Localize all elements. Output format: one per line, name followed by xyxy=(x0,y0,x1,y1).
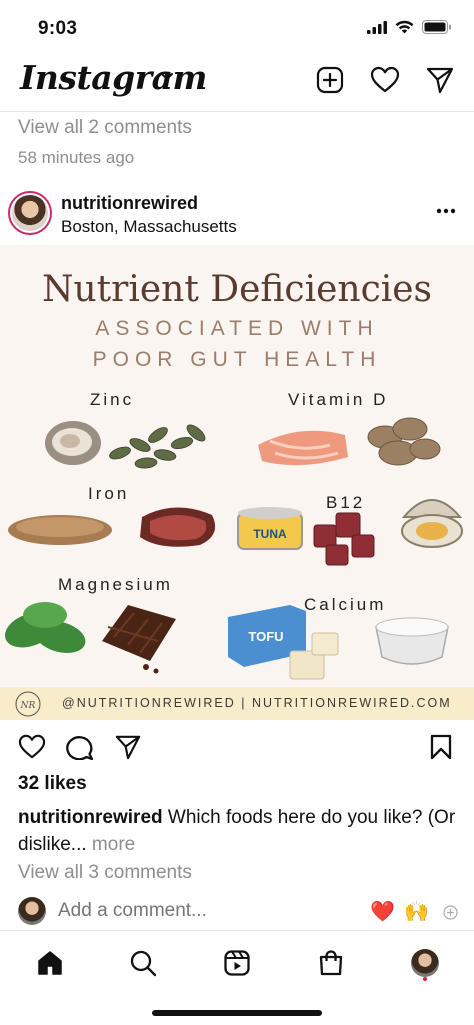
tuna-can-illustration: TUNA xyxy=(237,507,303,550)
profile-notification-dot xyxy=(423,977,427,981)
tab-search[interactable] xyxy=(123,943,163,983)
prev-post-timestamp: 58 minutes ago xyxy=(18,148,135,167)
grains-illustration xyxy=(8,515,112,545)
quick-reaction-clap[interactable]: 🙌 xyxy=(404,899,429,924)
status-icons xyxy=(367,20,452,34)
profile-avatar xyxy=(411,949,439,977)
like-icon[interactable] xyxy=(18,734,46,760)
mushroom-illustration xyxy=(367,417,441,466)
image-footer-text: @NUTRITIONREWIRED | NUTRITIONREWIRED.COM xyxy=(62,696,452,710)
tab-home[interactable] xyxy=(30,943,70,983)
image-title: Nutrient Deficiencies xyxy=(41,269,433,310)
heart-icon[interactable] xyxy=(370,66,400,94)
oyster-illustration xyxy=(45,421,101,465)
svg-text:NR: NR xyxy=(20,701,36,711)
comment-icon[interactable] xyxy=(66,734,94,760)
tab-shop[interactable] xyxy=(311,943,351,983)
clam-illustration xyxy=(401,499,463,548)
status-time: 9:03 xyxy=(38,18,78,39)
prev-view-comments-link[interactable]: View all 2 comments xyxy=(18,117,192,139)
brand-logo-icon: NR xyxy=(15,691,41,717)
tuna-label: TUNA xyxy=(253,527,287,541)
post-image[interactable]: Nutrient Deficiencies ASSOCIATED WITH PO… xyxy=(0,245,474,720)
post-username[interactable]: nutritionrewired xyxy=(61,193,198,214)
header-actions xyxy=(316,66,454,94)
food-illustrations: TUNA TOFU xyxy=(4,417,463,680)
wifi-icon xyxy=(395,20,414,34)
home-indicator xyxy=(152,1010,322,1016)
caption-more-link[interactable]: more xyxy=(92,834,135,855)
steak-illustration xyxy=(140,507,216,547)
like-count[interactable]: 32 likes xyxy=(18,773,87,795)
view-comments-link[interactable]: View all 3 comments xyxy=(18,862,192,884)
chevron-down-icon[interactable] xyxy=(160,72,174,82)
current-user-avatar xyxy=(18,897,46,925)
tab-reels[interactable] xyxy=(217,943,257,983)
new-post-icon[interactable] xyxy=(316,66,344,94)
tofu-illustration: TOFU xyxy=(228,605,339,680)
add-comment-input[interactable] xyxy=(58,900,348,922)
image-subtitle-1: ASSOCIATED WITH xyxy=(95,317,379,340)
more-options-icon[interactable] xyxy=(436,208,456,214)
add-reaction-icon[interactable] xyxy=(443,905,458,920)
image-footer-bar: NR @NUTRITIONREWIRED | NUTRITIONREWIRED.… xyxy=(0,687,474,720)
add-comment-row xyxy=(18,897,348,925)
home-icon xyxy=(38,951,62,975)
caption-username[interactable]: nutritionrewired xyxy=(18,807,163,828)
direct-message-icon[interactable] xyxy=(426,66,454,94)
search-icon xyxy=(130,950,157,977)
post-location[interactable]: Boston, Massachusetts xyxy=(61,217,237,237)
bookmark-icon[interactable] xyxy=(430,734,452,760)
post-caption: nutritionrewired Which foods here do you… xyxy=(18,804,458,858)
share-icon[interactable] xyxy=(114,734,142,760)
chocolate-illustration xyxy=(102,605,176,674)
yogurt-illustration xyxy=(375,617,449,665)
battery-icon xyxy=(422,20,451,34)
salmon-illustration xyxy=(258,430,348,466)
quick-reaction-heart[interactable]: ❤️ xyxy=(370,899,395,924)
instagram-logo[interactable]: Instagram xyxy=(20,58,207,97)
post-actions xyxy=(18,734,142,760)
reels-icon xyxy=(224,950,250,976)
spinach-illustration xyxy=(4,602,86,653)
pumpkin-seeds-illustration xyxy=(109,424,206,469)
post-author-avatar[interactable] xyxy=(8,191,52,235)
image-subtitle-2: POOR GUT HEALTH xyxy=(92,348,382,371)
tofu-label: TOFU xyxy=(248,629,283,644)
beef-cubes-illustration xyxy=(313,512,375,566)
shop-icon xyxy=(319,950,343,976)
header-divider xyxy=(0,111,474,112)
cellular-signal-icon xyxy=(367,20,387,34)
